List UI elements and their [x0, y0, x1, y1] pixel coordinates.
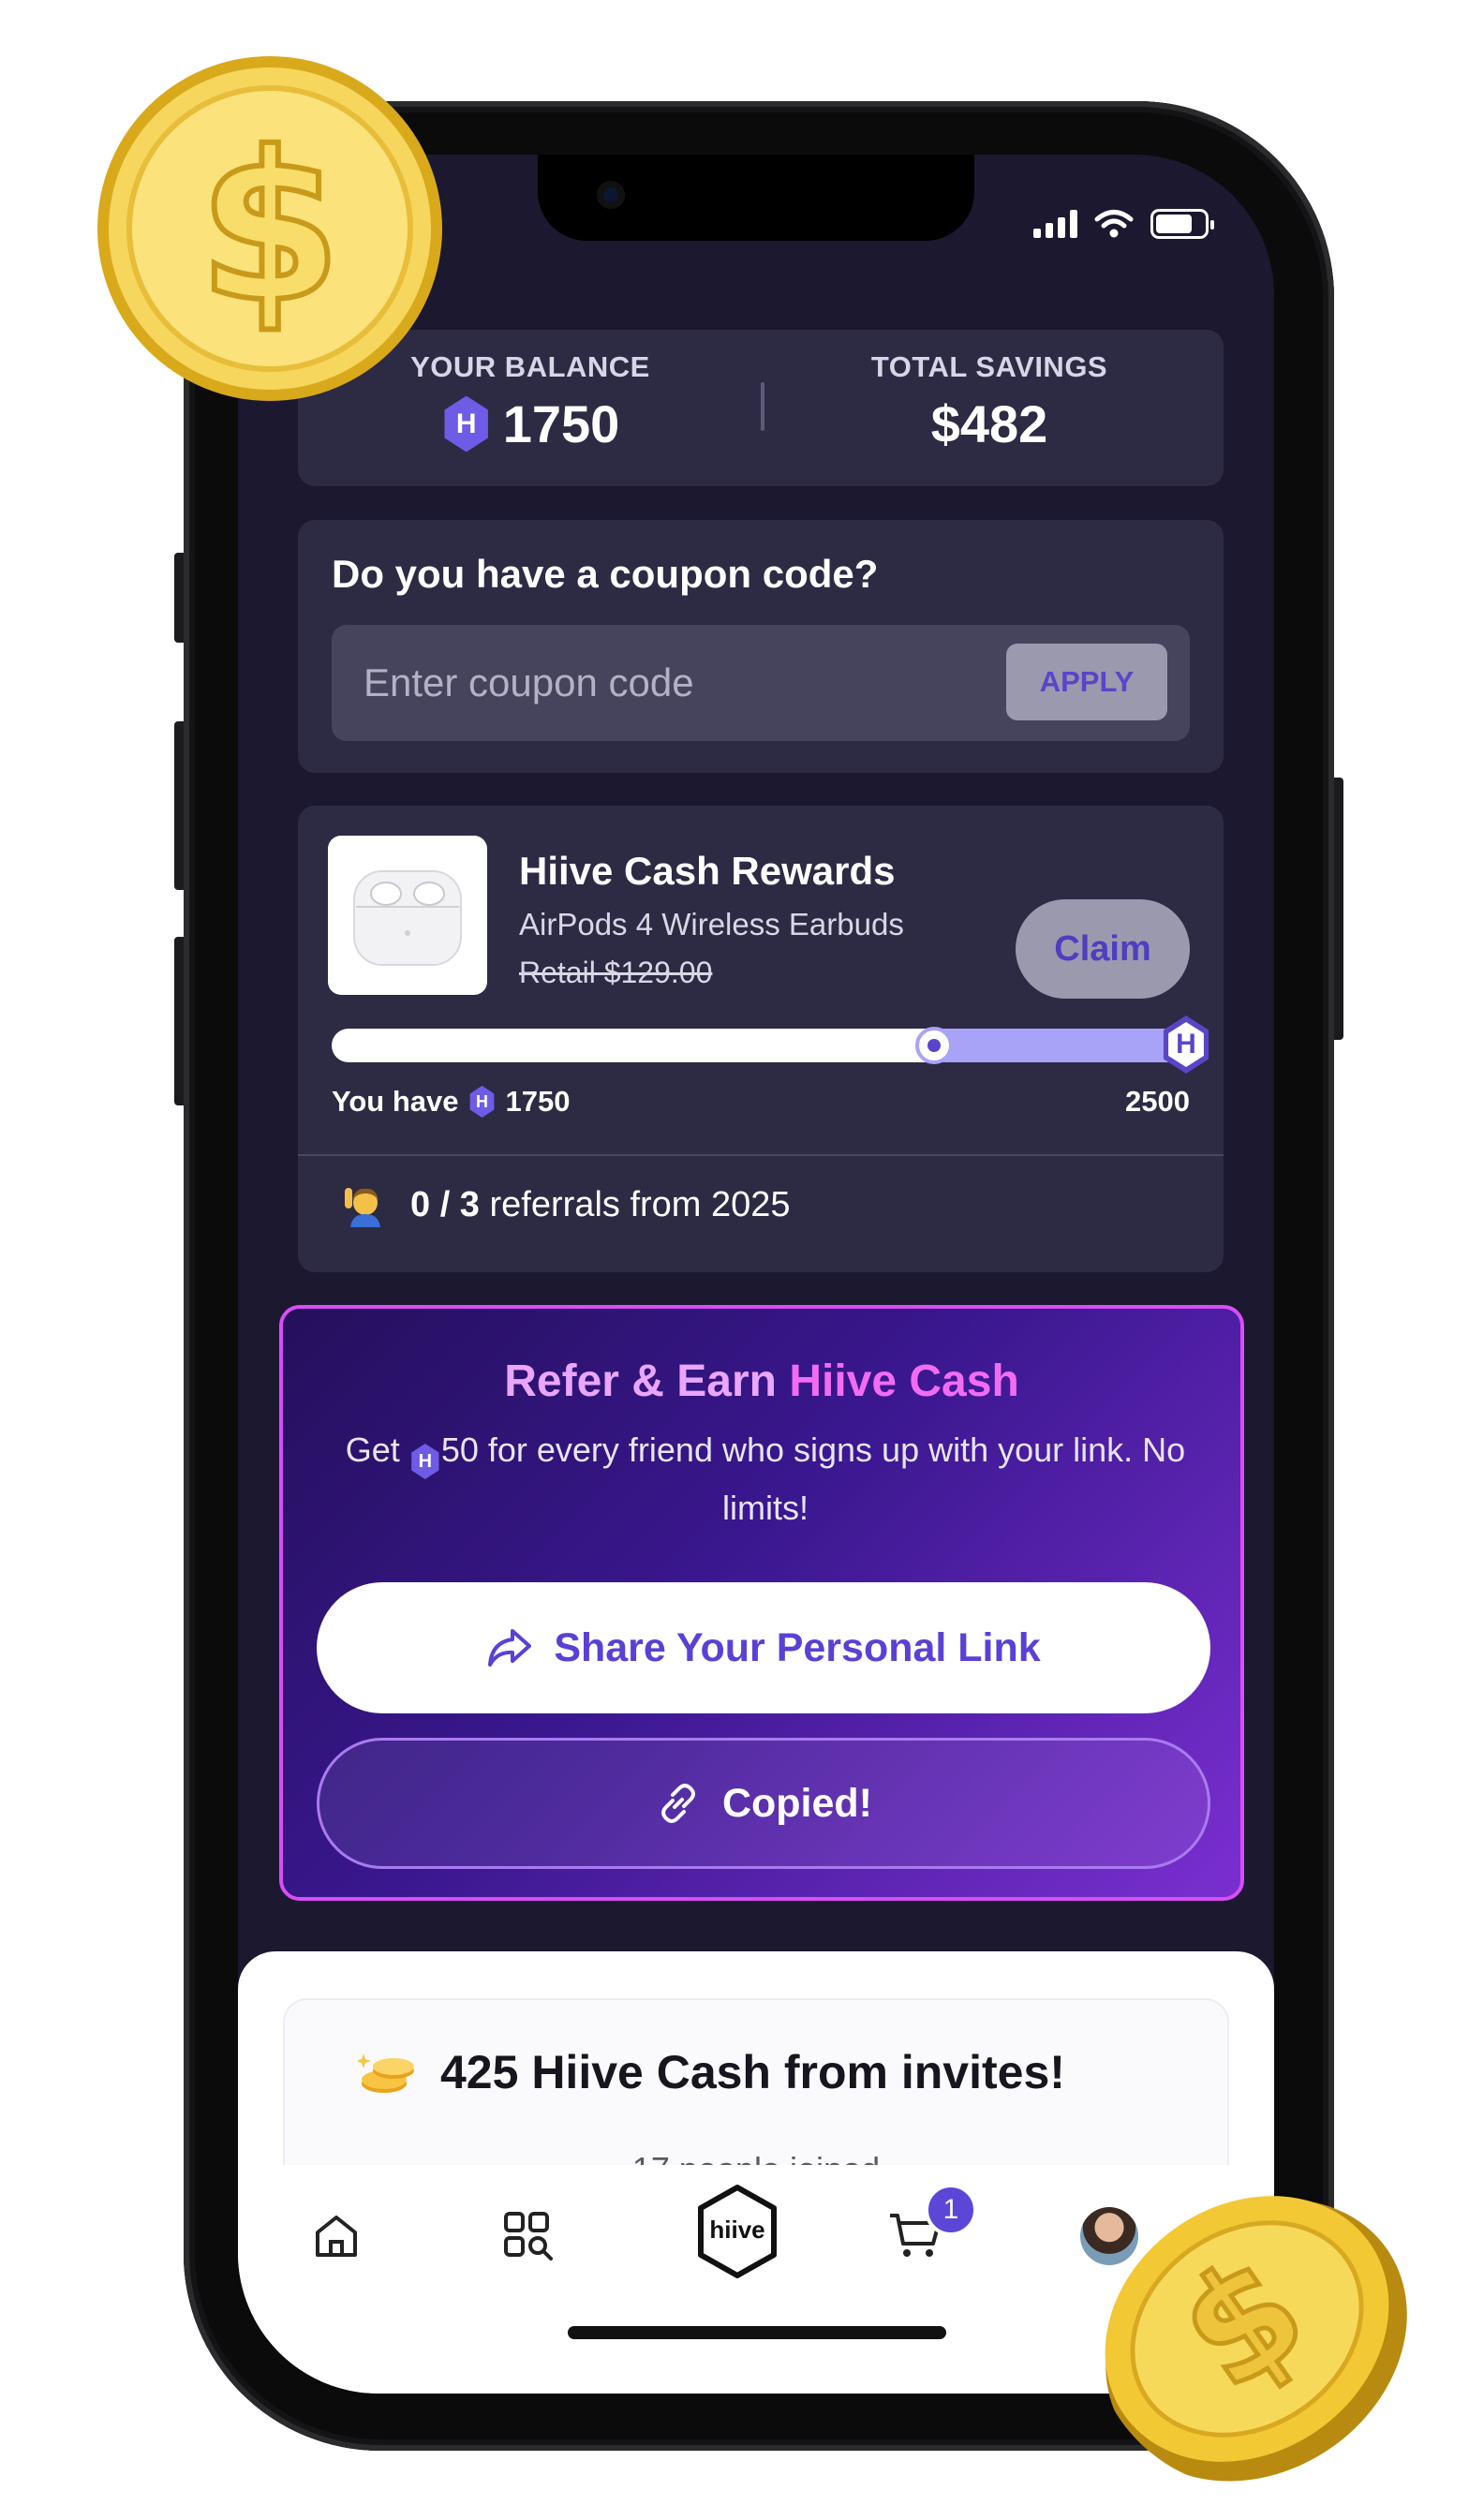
balance-divider [761, 382, 764, 431]
refer-description: Get H 50 for every friend who signs up wi… [339, 1421, 1192, 1537]
reward-divider [298, 1154, 1224, 1156]
cart-badge: 1 [925, 2184, 977, 2236]
nav-hiive[interactable]: hiive [686, 2180, 789, 2283]
coupon-title: Do you have a coupon code? [332, 552, 879, 596]
coins-icon [358, 2053, 414, 2093]
you-have-row: You have H 1750 [332, 1085, 571, 1119]
goal-value: 2500 [1125, 1085, 1190, 1118]
balance-label: YOUR BALANCE [410, 350, 650, 383]
browse-search-icon [504, 2212, 553, 2261]
savings-label: TOTAL SAVINGS [870, 350, 1108, 383]
balance-value-row: H 1750 [343, 393, 718, 454]
share-personal-link-button[interactable]: Share Your Personal Link [317, 1582, 1210, 1713]
refer-title-highlight: Hiive Cash [789, 1356, 1019, 1406]
share-arrow-icon [488, 1629, 532, 1667]
you-have-value: 1750 [505, 1085, 571, 1118]
coupon-card: Do you have a coupon code? APPLY [298, 520, 1224, 773]
copied-link-button[interactable]: Copied! [317, 1738, 1210, 1869]
you-have-label: You have [332, 1085, 459, 1118]
claim-button[interactable]: Claim [1016, 899, 1190, 999]
hiive-logo-text: hiive [709, 2216, 765, 2244]
link-icon [660, 1784, 695, 1823]
share-button-label: Share Your Personal Link [554, 1624, 1041, 1670]
reward-card: Hiive Cash Rewards AirPods 4 Wireless Ea… [298, 806, 1224, 1272]
goal-hex-icon: H [1163, 1015, 1209, 1074]
status-bar [1033, 209, 1214, 239]
battery-icon [1150, 209, 1214, 239]
svg-text:$: $ [198, 108, 341, 348]
progress-marker [914, 1027, 953, 1064]
nav-browse[interactable] [491, 2199, 566, 2274]
nav-cart[interactable]: 1 [878, 2184, 977, 2274]
coupon-code-input[interactable] [364, 625, 982, 741]
refer-earn-card: Refer & Earn Hiive Cash Get H 50 for ever… [279, 1305, 1244, 1901]
apply-button[interactable]: APPLY [1006, 644, 1167, 720]
cellular-signal-icon [1033, 210, 1077, 238]
reward-title: Hiive Cash Rewards [519, 849, 896, 893]
refer-desc-suffix: 50 for every friend who signs up with yo… [440, 1430, 1186, 1527]
referrals-text: referrals from 2025 [489, 1184, 791, 1224]
home-icon [316, 2216, 357, 2257]
balance-section: YOUR BALANCE H 1750 [343, 350, 718, 454]
app-screen: YOUR BALANCE H 1750 TOTAL SAVINGS $482 D… [238, 155, 1274, 2394]
hiive-cash-icon: H [469, 1086, 495, 1118]
referrals-count: 0 / 3 [410, 1184, 480, 1224]
savings-section: TOTAL SAVINGS $482 [802, 350, 1177, 454]
hiive-cash-icon: H [444, 395, 488, 452]
dollar-coin-icon-top: $ [97, 56, 442, 401]
copied-button-label: Copied! [721, 1780, 873, 1826]
airpods-case-icon [353, 870, 462, 966]
refer-title: Refer & Earn Hiive Cash [283, 1356, 1240, 1407]
dollar-coin-icon-bottom: $ [1105, 2196, 1407, 2482]
invites-title-row: 425 Hiive Cash from invites! [358, 2045, 1065, 2099]
wifi-icon [1094, 210, 1134, 238]
hiive-cash-icon: H [411, 1444, 439, 1479]
refer-desc-prefix: Get [345, 1430, 400, 1469]
airpods-image [328, 836, 487, 995]
reward-retail-price: Retail $129.00 [519, 956, 713, 989]
coupon-input-box: APPLY [332, 625, 1190, 741]
person-raising-hand-icon [345, 1188, 380, 1227]
reward-progress-bar [332, 1029, 1192, 1062]
reward-product-name: AirPods 4 Wireless Earbuds [519, 907, 904, 941]
savings-value: $482 [930, 394, 1048, 453]
invites-title: 425 Hiive Cash from invites! [440, 2046, 1065, 2098]
referrals-row: 0 / 3 referrals from 2025 [341, 1180, 791, 1229]
balance-value: 1750 [502, 394, 620, 453]
front-camera [597, 181, 625, 209]
home-indicator [568, 2326, 946, 2339]
refer-title-part1: Refer & Earn [504, 1356, 790, 1406]
reward-progress-remaining [933, 1029, 1192, 1062]
balance-card: YOUR BALANCE H 1750 TOTAL SAVINGS $482 [298, 330, 1224, 486]
nav-home[interactable] [299, 2199, 374, 2274]
